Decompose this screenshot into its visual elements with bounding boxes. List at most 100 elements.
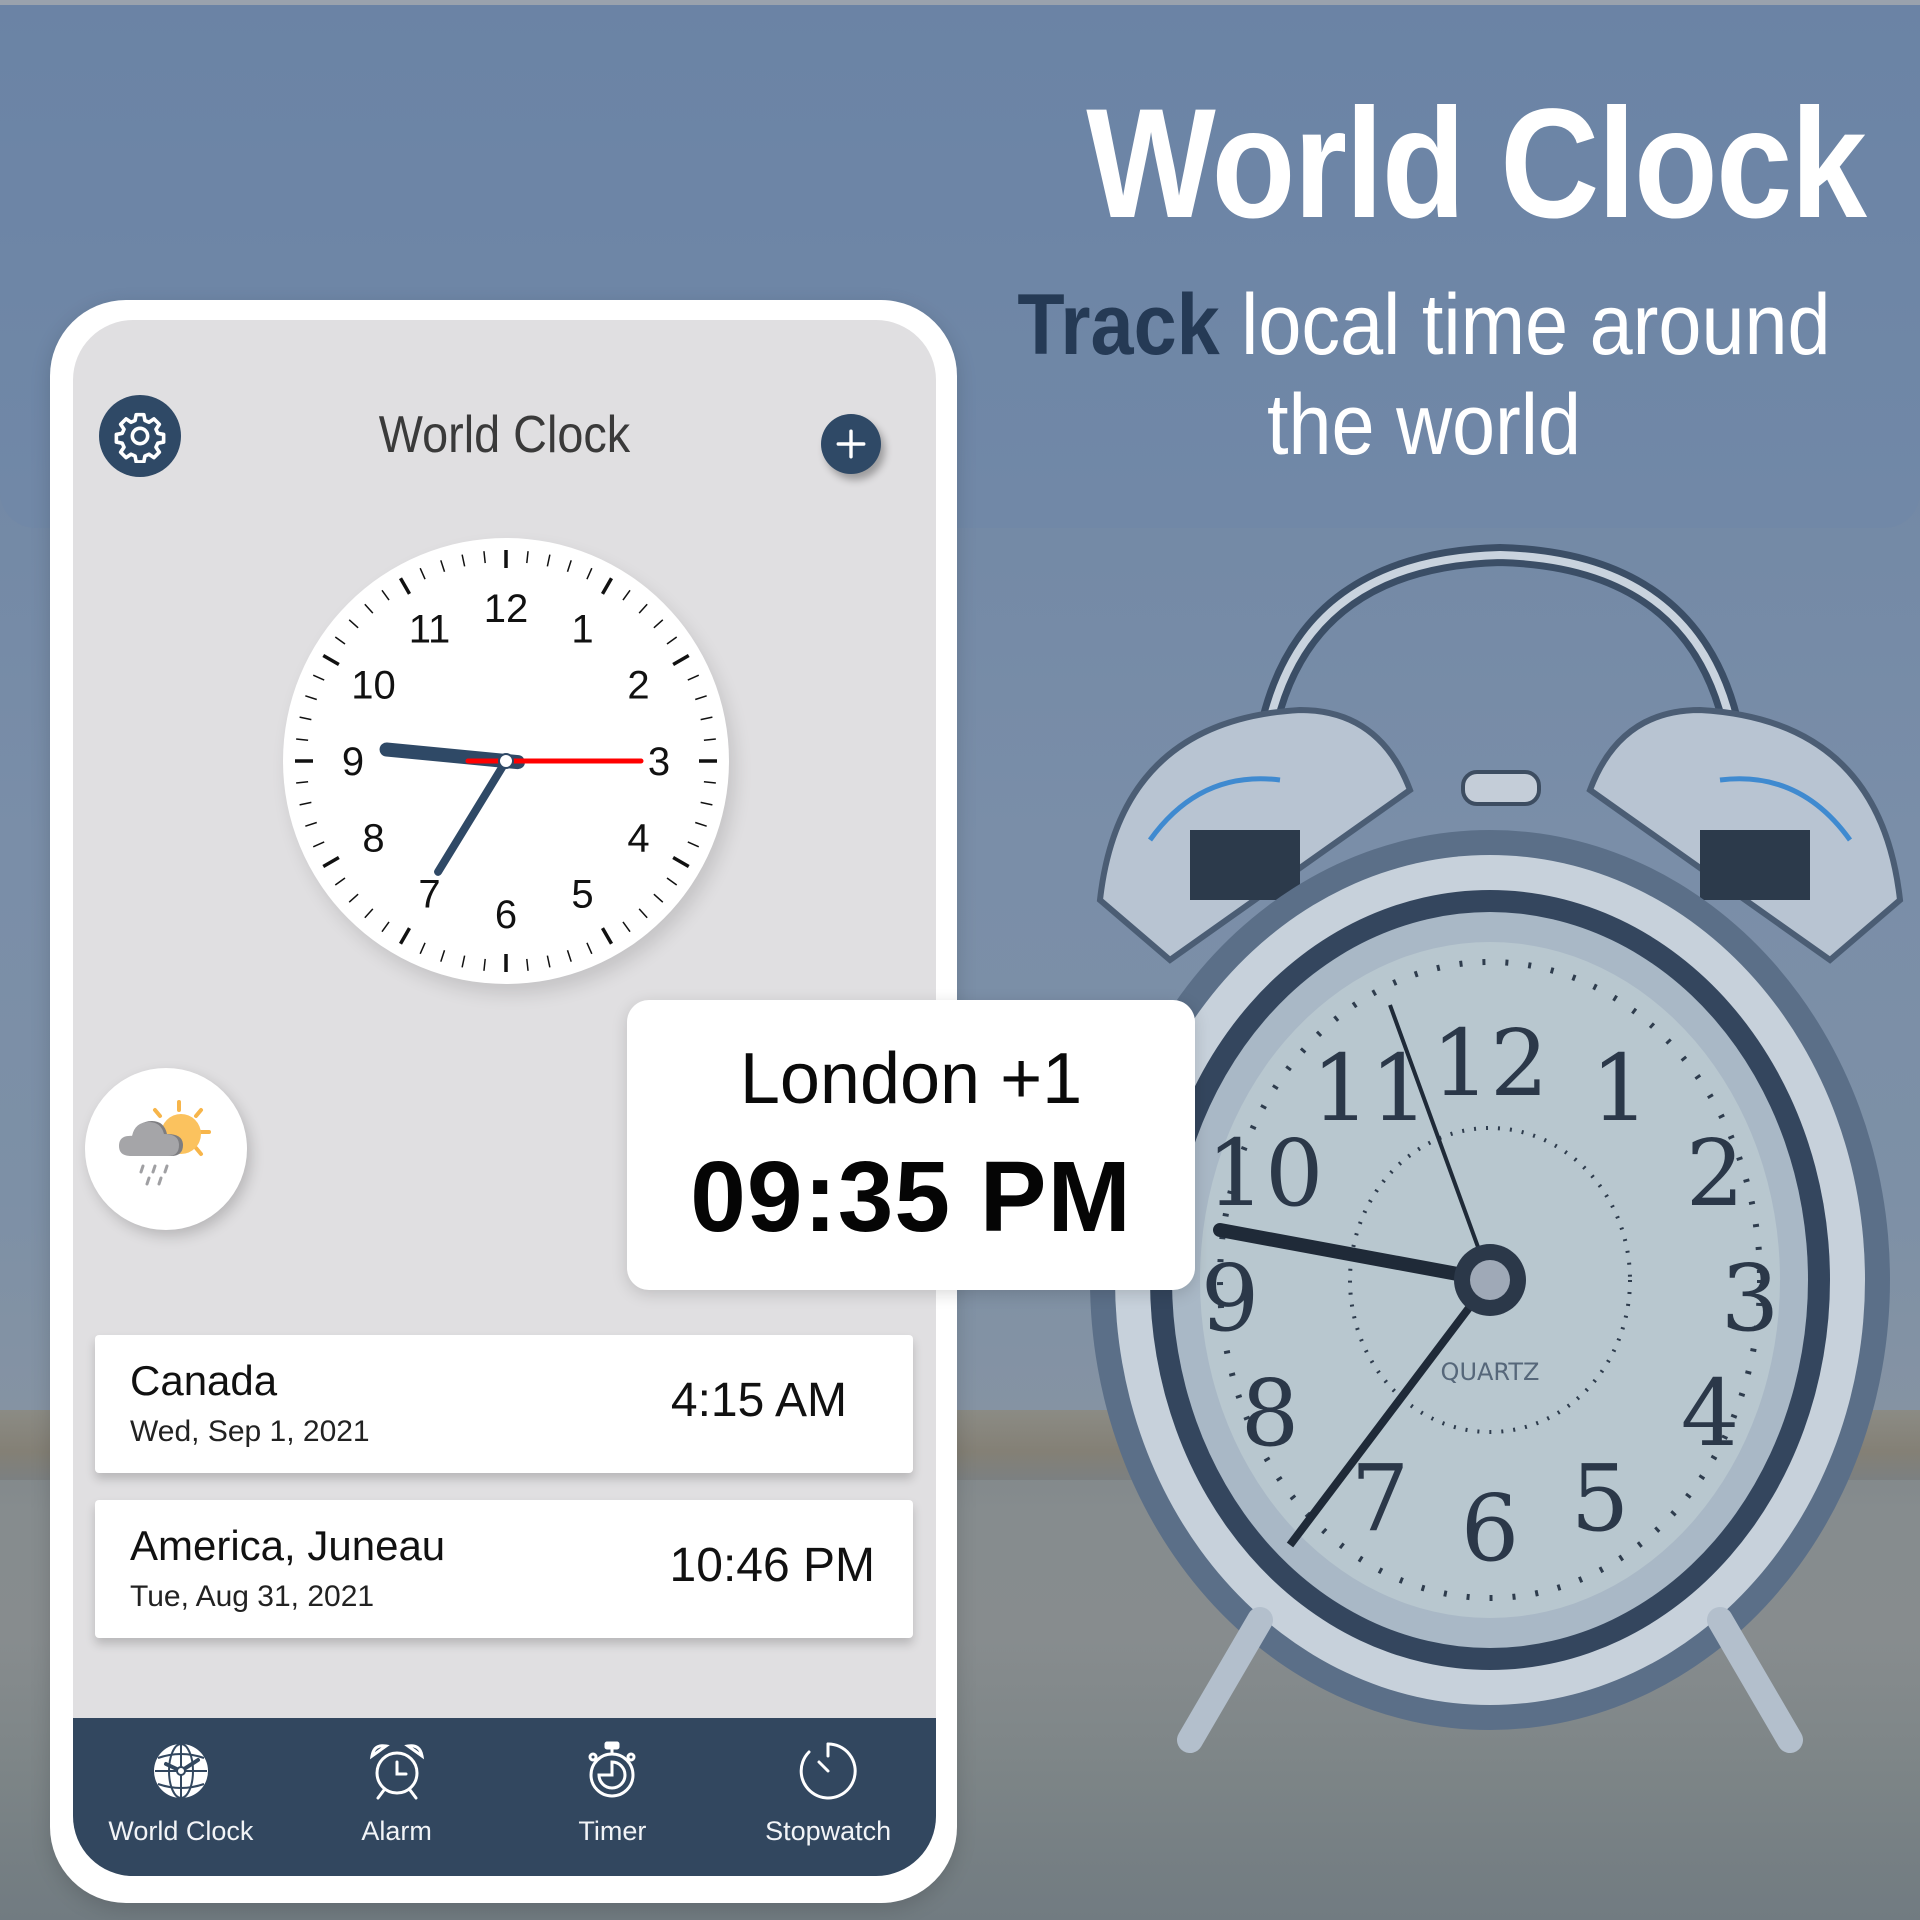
minute-tick	[305, 821, 317, 827]
minute-tick	[364, 603, 374, 614]
featured-city-card[interactable]: London +1 09:35 PM	[627, 1000, 1195, 1290]
minute-tick	[461, 554, 466, 567]
stopwatch-icon	[799, 1742, 857, 1800]
promo-subtitle-rest: local time around the world	[1219, 277, 1831, 473]
clock-numeral: 5	[571, 873, 593, 917]
clock-numeral: 12	[484, 587, 529, 631]
city-time: 10:46 PM	[669, 1539, 875, 1592]
svg-text:10: 10	[1206, 1120, 1323, 1227]
weather-button[interactable]	[85, 1068, 247, 1230]
minute-tick	[666, 636, 678, 645]
nav-stopwatch[interactable]: Stopwatch	[720, 1718, 936, 1876]
clock-numeral: 3	[648, 740, 670, 784]
clock-center-pin	[498, 753, 514, 769]
svg-text:6: 6	[1461, 1475, 1520, 1582]
analog-clock: 12 1 2 3 4 5 6 7 8 9 10 11	[283, 538, 729, 984]
featured-city-name: London +1	[739, 1039, 1083, 1119]
svg-text:3: 3	[1721, 1245, 1780, 1352]
photo-dial-text: QUARTZ	[1441, 1358, 1540, 1386]
clock-numeral: 1	[571, 607, 593, 651]
minute-hand	[434, 757, 510, 876]
city-name: America, Juneau	[130, 1522, 446, 1569]
hour-tick	[322, 653, 340, 667]
city-date: Wed, Sep 1, 2021	[130, 1415, 370, 1448]
minute-tick	[653, 619, 664, 629]
minute-tick	[348, 893, 359, 903]
clock-numeral: 2	[627, 664, 649, 708]
city-card[interactable]: America, Juneau Tue, Aug 31, 2021 10:46 …	[95, 1500, 913, 1638]
minute-tick	[334, 636, 346, 645]
city-name: Canada	[130, 1357, 278, 1404]
minute-tick	[546, 554, 551, 567]
hour-tick	[672, 855, 690, 869]
promo-subtitle: Track local time around the world	[983, 275, 1865, 475]
svg-text:9: 9	[1201, 1245, 1260, 1352]
nav-alarm[interactable]: Alarm	[289, 1718, 505, 1876]
featured-city-time: 09:35 PM	[690, 1141, 1132, 1253]
minute-tick	[461, 955, 466, 968]
minute-tick	[586, 567, 593, 580]
alarm-clock-icon	[369, 1744, 424, 1800]
clock-numeral: 8	[362, 817, 384, 861]
minute-tick	[381, 921, 390, 933]
nav-label: Alarm	[361, 1816, 432, 1846]
minute-tick	[419, 567, 426, 580]
hour-tick	[600, 927, 614, 945]
minute-tick	[312, 841, 325, 848]
minute-tick	[348, 619, 359, 629]
minute-tick	[638, 908, 648, 919]
minute-tick	[638, 603, 648, 614]
nav-timer[interactable]: Timer	[505, 1718, 721, 1876]
hour-tick	[600, 577, 614, 595]
minute-tick	[526, 551, 529, 564]
svg-text:7: 7	[1351, 1445, 1410, 1552]
minute-tick	[526, 958, 529, 971]
minute-tick	[700, 716, 713, 721]
clock-numeral: 11	[409, 607, 451, 651]
svg-text:12: 12	[1431, 1010, 1548, 1117]
minute-tick	[622, 921, 631, 933]
minute-tick	[622, 589, 631, 601]
minute-tick	[695, 821, 707, 827]
minute-tick	[296, 781, 309, 784]
svg-text:8: 8	[1241, 1360, 1300, 1467]
app-title: World Clock	[378, 406, 631, 464]
city-card[interactable]: Canada Wed, Sep 1, 2021 4:15 AM	[95, 1335, 913, 1473]
svg-text:1: 1	[1591, 1035, 1650, 1142]
background-alarm-clock-photo: 12 1 2 3 4 5 6 7 8 9 10 11 QUARTZ	[1090, 543, 1904, 1753]
minute-tick	[483, 958, 486, 971]
minute-tick	[687, 841, 700, 848]
minute-tick	[566, 950, 572, 962]
bottom-nav: World Clock Alarm Timer Stopwatch	[73, 1718, 936, 1876]
clock-numeral: 9	[342, 740, 364, 784]
clock-numeral: 6	[495, 893, 517, 937]
minute-tick	[703, 738, 716, 741]
minute-tick	[299, 801, 312, 806]
minute-tick	[687, 674, 700, 681]
plus-icon	[836, 429, 866, 459]
clock-numeral: 10	[351, 664, 396, 708]
promo-subtitle-highlight: Track	[1017, 277, 1220, 373]
nav-label: Stopwatch	[765, 1816, 892, 1846]
minute-tick	[299, 716, 312, 721]
minute-tick	[483, 551, 486, 564]
timer-icon	[588, 1741, 636, 1798]
minute-tick	[666, 877, 678, 886]
hour-tick	[398, 927, 412, 945]
promo-title: World Clock	[1086, 77, 1867, 251]
minute-tick	[381, 589, 390, 601]
add-city-button[interactable]	[821, 414, 881, 474]
nav-world-clock[interactable]: World Clock	[73, 1718, 289, 1876]
minute-tick	[312, 674, 325, 681]
minute-tick	[586, 942, 593, 955]
minute-tick	[305, 695, 317, 701]
minute-tick	[566, 560, 572, 572]
minute-tick	[419, 942, 426, 955]
minute-tick	[653, 893, 664, 903]
nav-label: World Clock	[108, 1816, 254, 1846]
minute-tick	[296, 738, 309, 741]
svg-text:5: 5	[1571, 1445, 1630, 1552]
minute-tick	[703, 781, 716, 784]
svg-text:11: 11	[1311, 1035, 1428, 1142]
hour-tick	[322, 855, 340, 869]
